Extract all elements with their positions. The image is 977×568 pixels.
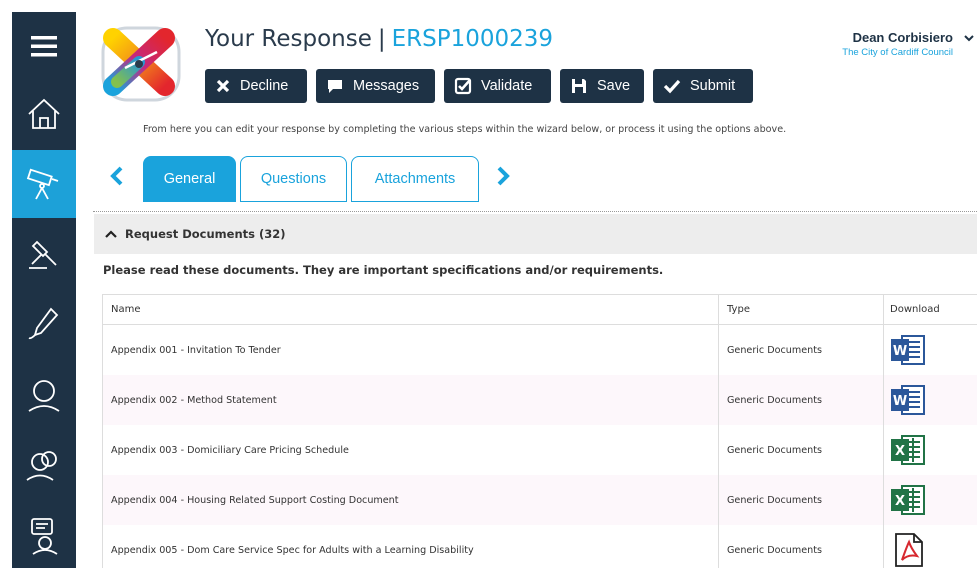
download-cell: X xyxy=(884,425,977,475)
svg-text:X: X xyxy=(895,494,905,509)
document-type: Generic Documents xyxy=(719,425,884,475)
document-name: Appendix 004 - Housing Related Support C… xyxy=(103,475,719,525)
help-text: From here you can edit your response by … xyxy=(143,124,787,135)
sidebar-item-feedback[interactable] xyxy=(12,502,76,568)
chevron-right-icon[interactable] xyxy=(496,166,510,186)
page-title: Your Response | ERSP1000239 xyxy=(205,26,553,52)
sidebar-item-auctions[interactable] xyxy=(12,220,76,288)
checkmark-icon xyxy=(663,79,681,94)
response-reference: ERSP1000239 xyxy=(391,26,554,52)
document-type: Generic Documents xyxy=(719,475,884,525)
app-logo xyxy=(101,26,181,102)
tab-general[interactable]: General xyxy=(143,156,236,202)
chevron-left-icon[interactable] xyxy=(110,166,124,186)
word-icon[interactable]: W xyxy=(890,383,926,417)
table-row: Appendix 004 - Housing Related Support C… xyxy=(103,475,977,525)
excel-icon[interactable]: X xyxy=(890,483,926,517)
table-row: Appendix 001 - Invitation To Tender Gene… xyxy=(103,325,977,375)
chevron-up-icon xyxy=(105,230,117,238)
section-title: Request Documents (32) xyxy=(125,227,286,241)
save-label: Save xyxy=(597,78,631,94)
user-name: Dean Corbisiero xyxy=(852,30,953,45)
menu-button[interactable] xyxy=(12,12,76,80)
save-button[interactable]: Save xyxy=(560,69,644,103)
sidebar-item-home[interactable] xyxy=(12,80,76,148)
pen-icon xyxy=(28,307,59,340)
tab-attachments[interactable]: Attachments xyxy=(351,156,479,202)
action-toolbar: Decline Messages Validate Save Submit xyxy=(205,69,753,103)
section-header-request-documents[interactable]: Request Documents (32) xyxy=(94,214,977,254)
feedback-icon xyxy=(31,518,58,555)
table-row: Appendix 002 - Method Statement Generic … xyxy=(103,375,977,425)
document-type: Generic Documents xyxy=(719,375,884,425)
download-cell: W xyxy=(884,325,977,375)
chevron-down-icon[interactable] xyxy=(963,33,975,43)
word-icon[interactable]: W xyxy=(890,333,926,367)
sidebar-item-discover[interactable] xyxy=(12,150,76,218)
document-name: Appendix 002 - Method Statement xyxy=(103,375,719,425)
column-header-download: Download xyxy=(890,304,940,315)
user-menu[interactable]: Dean Corbisiero The City of Cardiff Coun… xyxy=(842,30,953,58)
table-row: Appendix 003 - Domiciliary Care Pricing … xyxy=(103,425,977,475)
table-header: Name Type Download xyxy=(103,295,977,325)
svg-text:X: X xyxy=(895,444,905,459)
documents-table: Name Type Download Appendix 001 - Invita… xyxy=(102,294,977,568)
telescope-icon xyxy=(26,168,59,200)
table-row: Appendix 005 - Dom Care Service Spec for… xyxy=(103,525,977,568)
submit-button[interactable]: Submit xyxy=(653,69,753,103)
decline-label: Decline xyxy=(240,78,289,94)
title-separator: | xyxy=(377,26,386,52)
chat-icon xyxy=(328,80,342,93)
messages-label: Messages xyxy=(353,78,420,94)
document-name: Appendix 001 - Invitation To Tender xyxy=(103,325,719,375)
floppy-icon xyxy=(572,79,586,93)
page-title-text: Your Response xyxy=(205,26,372,52)
divider xyxy=(93,211,977,212)
excel-icon[interactable]: X xyxy=(890,433,926,467)
people-icon xyxy=(26,451,57,481)
column-header-type[interactable]: Type xyxy=(719,295,884,324)
check-square-icon xyxy=(454,77,472,95)
gavel-icon xyxy=(29,240,57,269)
section-notice: Please read these documents. They are im… xyxy=(103,263,664,277)
home-icon xyxy=(28,98,60,129)
person-icon xyxy=(28,380,60,412)
download-cell: W xyxy=(884,375,977,425)
sidebar-item-profile[interactable] xyxy=(12,362,76,430)
validate-label: Validate xyxy=(481,78,533,94)
download-cell: X xyxy=(884,475,977,525)
sidebar-item-edit[interactable] xyxy=(12,290,76,358)
document-type: Generic Documents xyxy=(719,325,884,375)
x-icon xyxy=(216,79,230,93)
pdf-icon[interactable] xyxy=(890,532,926,568)
svg-text:W: W xyxy=(893,344,907,359)
wizard-tabs: General Questions Attachments xyxy=(143,156,479,202)
decline-button[interactable]: Decline xyxy=(205,69,307,103)
user-organisation: The City of Cardiff Council xyxy=(842,47,953,58)
validate-button[interactable]: Validate xyxy=(444,69,551,103)
document-name: Appendix 003 - Domiciliary Care Pricing … xyxy=(103,425,719,475)
tab-questions[interactable]: Questions xyxy=(240,156,347,202)
svg-text:W: W xyxy=(893,394,907,409)
submit-label: Submit xyxy=(690,78,736,94)
download-cell xyxy=(884,525,977,568)
document-name: Appendix 005 - Dom Care Service Spec for… xyxy=(103,525,719,568)
menu-icon xyxy=(31,36,57,57)
messages-button[interactable]: Messages xyxy=(316,69,435,103)
sidebar xyxy=(12,12,76,568)
sidebar-item-contacts[interactable] xyxy=(12,432,76,500)
document-type: Generic Documents xyxy=(719,525,884,568)
column-header-name[interactable]: Name xyxy=(103,295,719,324)
